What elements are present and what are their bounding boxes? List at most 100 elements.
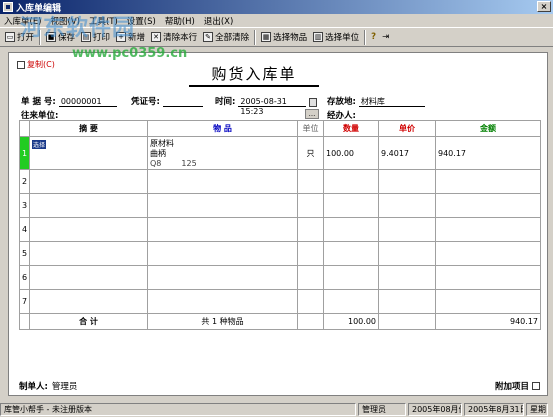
qty-cell[interactable]: 100.00 bbox=[323, 136, 379, 170]
price-cell[interactable] bbox=[378, 265, 436, 290]
toolbar: ▭ 打开 ■ 保存 ▤ 打印 + 新增 ✕ 清除本行 ✎ 全部清除 ▦ 选择物品 ▥ 选择单位 … bbox=[0, 27, 553, 47]
price-cell[interactable]: 9.4017 bbox=[378, 136, 436, 170]
clear-all-label: 全部清除 bbox=[215, 33, 250, 43]
select-item-label: 选择物品 bbox=[273, 33, 308, 43]
bill-no-input[interactable]: 00000001 bbox=[58, 97, 117, 107]
calendar-icon[interactable] bbox=[309, 98, 318, 107]
qty-cell[interactable] bbox=[323, 193, 379, 218]
table-row[interactable]: 7 bbox=[19, 289, 541, 314]
row-number[interactable]: 6 bbox=[19, 265, 30, 290]
menu-settings[interactable]: 设置(S) bbox=[127, 15, 156, 27]
checkbox-box[interactable] bbox=[17, 60, 25, 69]
extra-items-label: 附加项目 bbox=[494, 382, 529, 392]
row-number[interactable]: 1 bbox=[19, 136, 30, 170]
item-cell[interactable] bbox=[147, 217, 298, 242]
menu-tools[interactable]: 工具(T) bbox=[89, 15, 118, 27]
item-cell[interactable] bbox=[147, 193, 298, 218]
unit-cell[interactable]: 只 bbox=[297, 136, 324, 170]
price-cell[interactable] bbox=[378, 169, 436, 194]
price-cell[interactable] bbox=[378, 241, 436, 266]
table-row[interactable]: 2 bbox=[19, 169, 541, 194]
row-number[interactable]: 3 bbox=[19, 193, 30, 218]
select-unit-button[interactable]: ▥ 选择单位 bbox=[310, 29, 362, 46]
summary-cell[interactable] bbox=[29, 193, 148, 218]
amount-cell[interactable] bbox=[435, 289, 541, 314]
items-table: 摘 要 物 品 单位 数量 单价 金额 1 选择 原材料 曲柄 Q8 125 只 … bbox=[19, 120, 541, 330]
voucher-label: 凭证号: bbox=[131, 97, 160, 107]
total-label: 合 计 bbox=[29, 313, 148, 330]
save-button[interactable]: ■ 保存 bbox=[43, 29, 78, 46]
table-row[interactable]: 1 选择 原材料 曲柄 Q8 125 只 100.00 9.4017 940.17 bbox=[19, 136, 541, 170]
menu-exit[interactable]: 退出(X) bbox=[204, 15, 233, 27]
exit-button[interactable]: ⇥ bbox=[379, 29, 392, 46]
unit-cell[interactable] bbox=[297, 241, 324, 266]
printer-icon: ▤ bbox=[81, 32, 92, 42]
copy-checkbox[interactable]: 复制(C) bbox=[17, 59, 55, 70]
warehouse-input[interactable]: 材料库 bbox=[358, 97, 425, 107]
item-cell[interactable] bbox=[147, 169, 298, 194]
amount-cell[interactable]: 940.17 bbox=[435, 136, 541, 170]
qty-cell[interactable] bbox=[323, 217, 379, 242]
browse-partner-button[interactable]: ... bbox=[305, 109, 319, 119]
bill-no-field: 单 据 号: 00000001 bbox=[21, 95, 117, 107]
amount-cell[interactable] bbox=[435, 265, 541, 290]
header-rownum bbox=[19, 120, 30, 137]
qty-cell[interactable] bbox=[323, 289, 379, 314]
open-button[interactable]: ▭ 打开 bbox=[2, 29, 37, 46]
extra-items-checkbox[interactable] bbox=[532, 382, 540, 390]
help-button[interactable]: ? bbox=[368, 29, 379, 46]
clear-all-button[interactable]: ✎ 全部清除 bbox=[200, 29, 252, 46]
summary-cell[interactable] bbox=[29, 265, 148, 290]
qty-cell[interactable] bbox=[323, 169, 379, 194]
voucher-input[interactable] bbox=[162, 97, 203, 107]
qty-cell[interactable] bbox=[323, 241, 379, 266]
item-name: 原材料 bbox=[150, 139, 174, 148]
close-button[interactable]: × bbox=[537, 1, 551, 12]
amount-cell[interactable] bbox=[435, 193, 541, 218]
unit-cell[interactable] bbox=[297, 265, 324, 290]
table-row[interactable]: 5 bbox=[19, 241, 541, 266]
unit-cell[interactable] bbox=[297, 289, 324, 314]
separator bbox=[364, 29, 367, 45]
print-button[interactable]: ▤ 打印 bbox=[78, 29, 113, 46]
amount-cell[interactable] bbox=[435, 217, 541, 242]
amount-cell[interactable] bbox=[435, 169, 541, 194]
row-number[interactable]: 4 bbox=[19, 217, 30, 242]
summary-cell[interactable]: 选择 bbox=[29, 136, 148, 170]
qty-cell[interactable] bbox=[323, 265, 379, 290]
menu-view[interactable]: 视图(V) bbox=[51, 15, 80, 27]
unit-cell[interactable] bbox=[297, 193, 324, 218]
menu-help[interactable]: 帮助(H) bbox=[165, 15, 195, 27]
row-number[interactable]: 2 bbox=[19, 169, 30, 194]
unit-cell[interactable] bbox=[297, 169, 324, 194]
item-cell[interactable] bbox=[147, 241, 298, 266]
summary-cell[interactable] bbox=[29, 169, 148, 194]
summary-cell[interactable] bbox=[29, 289, 148, 314]
new-doc-icon: + bbox=[116, 32, 127, 42]
delete-row-button[interactable]: ✕ 清除本行 bbox=[148, 29, 200, 46]
time-input[interactable]: 2005-08-31 15:23 bbox=[238, 97, 307, 116]
maker-value: 管理员 bbox=[51, 382, 78, 392]
disk-icon: ■ bbox=[46, 32, 57, 42]
row-number[interactable]: 7 bbox=[19, 289, 30, 314]
summary-cell[interactable] bbox=[29, 241, 148, 266]
unit-cell[interactable] bbox=[297, 217, 324, 242]
price-cell[interactable] bbox=[378, 289, 436, 314]
total-rownum bbox=[19, 313, 30, 330]
item-cell[interactable] bbox=[147, 265, 298, 290]
menu-bill[interactable]: 入库单(E) bbox=[4, 15, 42, 27]
row-number[interactable]: 5 bbox=[19, 241, 30, 266]
table-row[interactable]: 4 bbox=[19, 217, 541, 242]
select-item-button[interactable]: ▦ 选择物品 bbox=[258, 29, 310, 46]
amount-cell[interactable] bbox=[435, 241, 541, 266]
item-cell[interactable] bbox=[147, 289, 298, 314]
price-cell[interactable] bbox=[378, 193, 436, 218]
table-row[interactable]: 6 bbox=[19, 265, 541, 290]
item-cell[interactable]: 原材料 曲柄 Q8 125 bbox=[147, 136, 298, 170]
price-cell[interactable] bbox=[378, 217, 436, 242]
save-label: 保存 bbox=[58, 33, 76, 43]
window-title: 入库单编辑 bbox=[16, 3, 62, 14]
summary-cell[interactable] bbox=[29, 217, 148, 242]
new-button[interactable]: + 新增 bbox=[113, 29, 148, 46]
table-row[interactable]: 3 bbox=[19, 193, 541, 218]
